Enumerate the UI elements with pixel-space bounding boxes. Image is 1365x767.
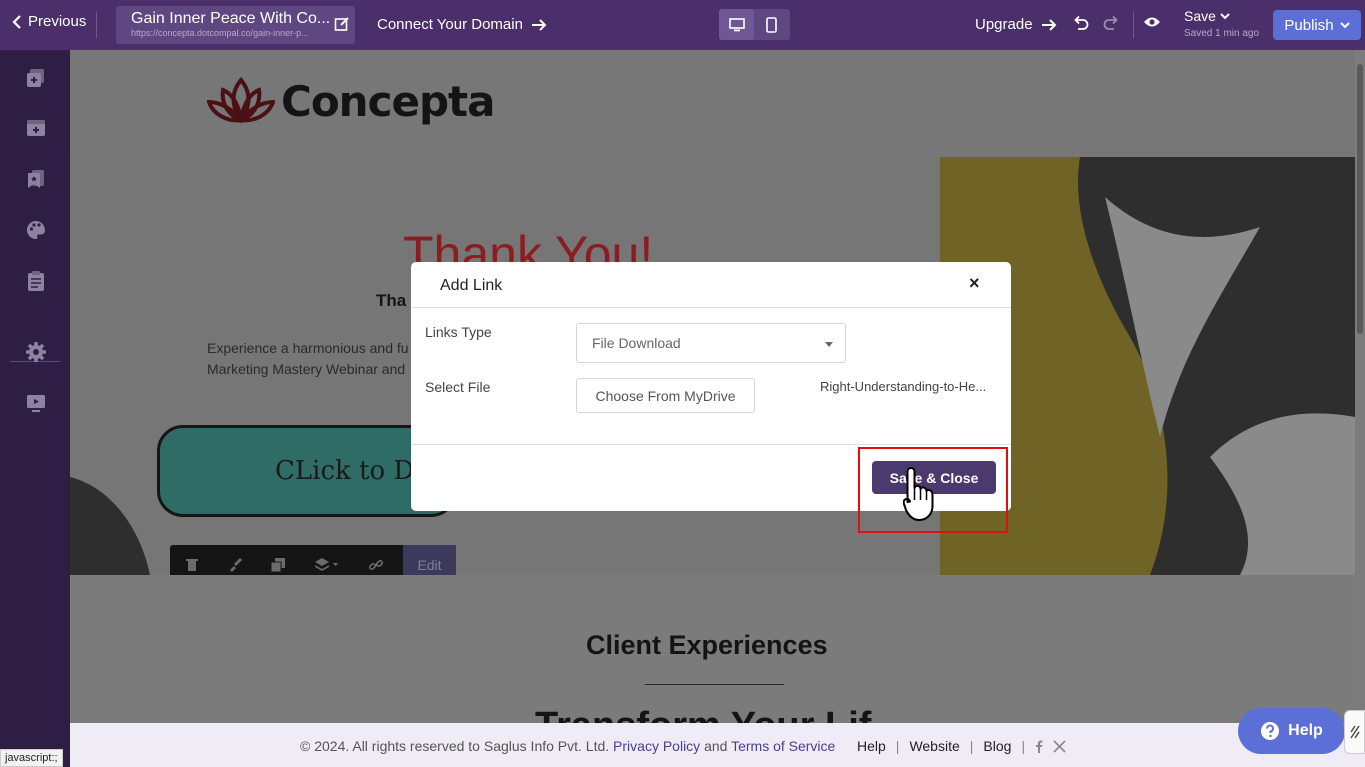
footer-website-link[interactable]: Website: [909, 738, 959, 754]
help-widget-button[interactable]: Help: [1238, 708, 1345, 754]
upgrade-link[interactable]: Upgrade: [975, 16, 1057, 33]
footer-separator: |: [895, 738, 900, 754]
status-bar-url: javascript:;: [0, 749, 63, 767]
upgrade-label: Upgrade: [975, 16, 1033, 33]
sidebar-item-forms[interactable]: [24, 269, 48, 293]
modal-close-button[interactable]: ×: [969, 273, 980, 294]
clipboard-icon: [28, 271, 44, 291]
arrow-right-icon: [531, 18, 547, 31]
undo-button[interactable]: [1072, 14, 1090, 32]
publish-label: Publish: [1284, 16, 1334, 34]
privacy-policy-link[interactable]: Privacy Policy: [613, 738, 700, 754]
page-url: https://concepta.dotcompal.co/gain-inner…: [131, 28, 309, 38]
lotus-icon: [207, 76, 275, 124]
sidebar-item-theme[interactable]: [24, 218, 48, 242]
device-switcher: [719, 9, 790, 40]
caret-down-icon: [825, 342, 833, 347]
gear-icon: [26, 342, 46, 362]
divider: [1133, 12, 1134, 38]
desktop-icon: [728, 17, 745, 31]
saved-status: Saved 1 min ago: [1184, 28, 1260, 39]
footer-copyright-line: © 2024. All rights reserved to Saglus In…: [300, 738, 835, 754]
connect-domain-label: Connect Your Domain: [377, 16, 523, 33]
selected-file-name: Right-Understanding-to-He...: [820, 379, 987, 394]
logo-text: Concepta: [281, 76, 495, 126]
links-type-value: File Download: [592, 335, 681, 351]
save-label: Save: [1184, 8, 1216, 24]
desktop-view-button[interactable]: [719, 9, 754, 40]
modal-divider: [411, 307, 1011, 308]
thank-you-subheading: Tha: [376, 291, 407, 310]
scrollbar-thumb[interactable]: [1357, 64, 1363, 334]
chevron-down-icon: [1339, 22, 1350, 29]
facebook-icon[interactable]: [1035, 740, 1043, 753]
side-panel-toggle[interactable]: [1344, 710, 1365, 754]
left-sidebar: [0, 50, 70, 767]
top-bar: Previous Gain Inner Peace With Co... htt…: [0, 0, 1365, 50]
previous-button[interactable]: Previous: [12, 13, 86, 30]
footer-nav: Help | Website | Blog |: [857, 738, 1066, 754]
x-twitter-icon[interactable]: [1053, 739, 1066, 753]
copyright-text: © 2024. All rights reserved to Saglus In…: [300, 738, 610, 754]
brush-icon: [229, 557, 242, 572]
question-circle-icon: [1261, 722, 1280, 740]
canvas-scrollbar[interactable]: [1355, 50, 1365, 723]
publish-button[interactable]: Publish: [1273, 10, 1361, 40]
bookmark-icon: [28, 170, 44, 188]
and-text: and: [704, 738, 728, 754]
links-type-select[interactable]: File Download: [576, 323, 846, 363]
brand-logo: Concepta: [207, 76, 495, 126]
footer-blog-link[interactable]: Blog: [983, 738, 1011, 754]
client-heading: Client Experiences: [586, 630, 828, 660]
footer-separator: |: [1021, 738, 1026, 754]
section-icon: [27, 120, 45, 136]
footer-separator: |: [969, 738, 974, 754]
sidebar-item-presentation[interactable]: [24, 391, 48, 415]
modal-title: Add Link: [440, 277, 503, 294]
select-file-label: Select File: [425, 379, 491, 395]
page-header: Concepta: [70, 50, 1355, 157]
footer: © 2024. All rights reserved to Saglus In…: [70, 723, 1365, 767]
connect-domain-link[interactable]: Connect Your Domain: [377, 16, 547, 33]
mobile-view-button[interactable]: [754, 9, 789, 40]
terms-link[interactable]: Terms of Service: [731, 738, 835, 754]
page-name-box[interactable]: Gain Inner Peace With Co... https://conc…: [116, 6, 355, 44]
redo-button[interactable]: [1102, 14, 1120, 32]
chevron-left-icon: [12, 14, 21, 29]
divider: [96, 12, 97, 38]
palette-icon: [27, 221, 45, 239]
layers-icon: [314, 557, 338, 571]
previous-label: Previous: [28, 13, 87, 30]
sidebar-item-sections[interactable]: [24, 116, 48, 140]
sidebar-item-saved[interactable]: [24, 167, 48, 191]
copy-icon: [270, 557, 285, 572]
link-icon: [368, 559, 383, 570]
chevron-down-icon: [1220, 13, 1230, 20]
redo-icon: [1103, 15, 1118, 30]
links-type-label: Links Type: [425, 324, 492, 340]
help-widget-label: Help: [1288, 722, 1323, 739]
monitor-icon: [27, 395, 45, 412]
modal-divider: [411, 444, 1011, 445]
hand-cursor-icon: [903, 467, 934, 521]
save-menu[interactable]: Save Saved 1 min ago: [1184, 8, 1259, 39]
page-title: Gain Inner Peace With Co...: [131, 10, 331, 27]
trash-icon: [185, 558, 198, 571]
cta-label: CLick to D: [275, 456, 415, 486]
edit-icon[interactable]: [334, 16, 350, 32]
client-section: Client Experiences Transform Your Lif: [70, 575, 1355, 723]
add-page-icon: [27, 69, 44, 87]
footer-help-link[interactable]: Help: [857, 738, 886, 754]
collapse-icon: [1349, 725, 1360, 739]
sidebar-item-settings[interactable]: [24, 340, 48, 364]
mobile-icon: [766, 16, 777, 33]
choose-from-mydrive-button[interactable]: Choose From MyDrive: [576, 378, 755, 413]
heading-underline: [645, 684, 784, 685]
sidebar-item-add-page[interactable]: [24, 66, 48, 90]
undo-icon: [1074, 15, 1089, 30]
eye-icon: [1144, 17, 1160, 27]
preview-button[interactable]: [1143, 15, 1161, 29]
arrow-right-icon: [1041, 18, 1056, 31]
transform-heading: Transform Your Lif: [535, 705, 871, 723]
